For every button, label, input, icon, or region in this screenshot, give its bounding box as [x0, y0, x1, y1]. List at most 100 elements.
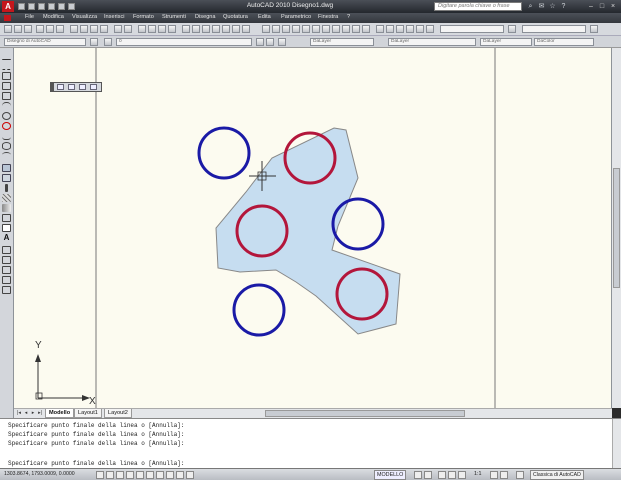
- menu-visualizza[interactable]: Visualizza: [72, 14, 97, 20]
- menu-strumenti[interactable]: Strumenti: [162, 14, 186, 20]
- dim-update-icon[interactable]: [426, 25, 434, 33]
- next-tab-arrow-icon[interactable]: ▸: [30, 410, 36, 417]
- qp-toggle-icon[interactable]: [186, 471, 194, 479]
- ellipse-icon[interactable]: [2, 142, 11, 150]
- annotation-scale[interactable]: 1:1: [474, 471, 482, 477]
- region-icon[interactable]: [2, 214, 11, 222]
- filled-region[interactable]: [215, 127, 401, 335]
- tolerance-icon[interactable]: [376, 25, 384, 33]
- drawing-canvas[interactable]: Y X: [14, 48, 612, 408]
- text-style-icon[interactable]: [590, 25, 598, 33]
- blue-circle[interactable]: [232, 283, 286, 337]
- qnew-icon[interactable]: [4, 25, 12, 33]
- make-current-layer-icon[interactable]: [256, 38, 264, 46]
- sheet-set-icon[interactable]: [212, 25, 220, 33]
- pan-status-icon[interactable]: [438, 471, 446, 479]
- minimize-button[interactable]: –: [586, 2, 596, 11]
- dim-style-icon[interactable]: [508, 25, 516, 33]
- ortho-toggle-icon[interactable]: [116, 471, 124, 479]
- menu-finestra[interactable]: Finestra: [318, 14, 338, 20]
- construction-line-icon[interactable]: [2, 62, 11, 70]
- help-icon[interactable]: ?: [559, 2, 568, 11]
- quick-view-drawings-icon[interactable]: [424, 471, 432, 479]
- steering-wheel-icon[interactable]: [458, 471, 466, 479]
- redo-icon[interactable]: [124, 25, 132, 33]
- design-center-icon[interactable]: [192, 25, 200, 33]
- horizontal-scrollbar[interactable]: [145, 408, 612, 418]
- hatch-icon[interactable]: [2, 194, 11, 202]
- baseline-icon[interactable]: [352, 25, 360, 33]
- vertical-scrollbar[interactable]: [612, 48, 621, 408]
- dim-linear-icon[interactable]: [262, 25, 270, 33]
- dim-aligned-icon[interactable]: [272, 25, 280, 33]
- dyn-toggle-icon[interactable]: [166, 471, 174, 479]
- snap-toggle-icon[interactable]: [96, 471, 104, 479]
- spline-icon[interactable]: [2, 132, 11, 140]
- layer-combo[interactable]: 0: [116, 38, 252, 46]
- copy-object-icon[interactable]: [2, 256, 11, 264]
- ellipse-arc-icon[interactable]: [2, 152, 11, 160]
- make-block-icon[interactable]: [2, 174, 11, 182]
- menu-disegna[interactable]: Disegna: [195, 14, 216, 20]
- dim-ordinate-icon[interactable]: [292, 25, 300, 33]
- layer-previous-icon[interactable]: [266, 38, 274, 46]
- save-icon[interactable]: [38, 3, 45, 10]
- workspace-combo[interactable]: Disegno di AutoCAD: [4, 38, 86, 46]
- multiline-text-icon[interactable]: A: [2, 234, 11, 242]
- osnap-toggle-icon[interactable]: [136, 471, 144, 479]
- blue-circle[interactable]: [197, 126, 251, 180]
- workspace-switch-icon[interactable]: [516, 471, 524, 479]
- match-properties-icon[interactable]: [100, 25, 108, 33]
- open-icon[interactable]: [14, 25, 22, 33]
- search-icon[interactable]: ⌕: [526, 2, 535, 11]
- first-tab-arrow-icon[interactable]: |◂: [16, 410, 22, 417]
- pan-icon[interactable]: [138, 25, 146, 33]
- layer-freeze-icon[interactable]: [79, 84, 86, 90]
- command-prompt-line[interactable]: Specificare punto finale della linea o […: [8, 460, 184, 467]
- point-icon[interactable]: [5, 184, 8, 192]
- cursor-coordinates[interactable]: 1303.8674, 1793.0009, 0.0000: [4, 471, 75, 477]
- gradient-icon[interactable]: [2, 204, 11, 212]
- help-icon[interactable]: [242, 25, 250, 33]
- table-icon[interactable]: [2, 224, 11, 232]
- zoom-status-icon[interactable]: [448, 471, 456, 479]
- tab-modello[interactable]: Modello: [45, 409, 75, 418]
- copy-icon[interactable]: [80, 25, 88, 33]
- favorites-star-icon[interactable]: ☆: [548, 2, 557, 11]
- menu-file[interactable]: File: [25, 14, 34, 20]
- quick-view-layouts-icon[interactable]: [414, 471, 422, 479]
- plot-icon[interactable]: [68, 3, 75, 10]
- publish-icon[interactable]: [56, 25, 64, 33]
- prev-tab-arrow-icon[interactable]: ◂: [23, 410, 29, 417]
- blue-circle[interactable]: [331, 197, 385, 251]
- layer-lock-icon[interactable]: [90, 84, 97, 90]
- rectangle-icon[interactable]: [2, 92, 11, 100]
- search-input[interactable]: Digitare parola chiave o frase: [434, 2, 522, 11]
- layer-properties-icon[interactable]: [104, 38, 112, 46]
- insert-block-icon[interactable]: [2, 164, 11, 172]
- dim-arc-icon[interactable]: [282, 25, 290, 33]
- zoom-window-icon[interactable]: [158, 25, 166, 33]
- dim-edit-icon[interactable]: [406, 25, 414, 33]
- zoom-realtime-icon[interactable]: [148, 25, 156, 33]
- layer-tool-icon[interactable]: [57, 84, 64, 90]
- auto-scale-icon[interactable]: [500, 471, 508, 479]
- workspace-switch-button[interactable]: Classica di AutoCAD: [530, 470, 584, 480]
- grid-toggle-icon[interactable]: [106, 471, 114, 479]
- layer-off-icon[interactable]: [68, 84, 75, 90]
- continue-icon[interactable]: [362, 25, 370, 33]
- dim-diameter-icon[interactable]: [322, 25, 330, 33]
- paste-icon[interactable]: [90, 25, 98, 33]
- redo-icon[interactable]: [58, 3, 65, 10]
- polyline-icon[interactable]: [2, 72, 11, 80]
- otrack-toggle-icon[interactable]: [146, 471, 154, 479]
- new-file-icon[interactable]: [18, 3, 25, 10]
- dim-text-edit-icon[interactable]: [416, 25, 424, 33]
- document-icon[interactable]: [4, 15, 11, 21]
- undo-icon[interactable]: [48, 3, 55, 10]
- tab-layout1[interactable]: Layout1: [74, 409, 102, 418]
- menu-parametrico[interactable]: Parametrico: [281, 14, 311, 20]
- markup-icon[interactable]: [222, 25, 230, 33]
- maximize-button[interactable]: □: [597, 2, 607, 11]
- tab-layout2[interactable]: Layout2: [104, 409, 132, 418]
